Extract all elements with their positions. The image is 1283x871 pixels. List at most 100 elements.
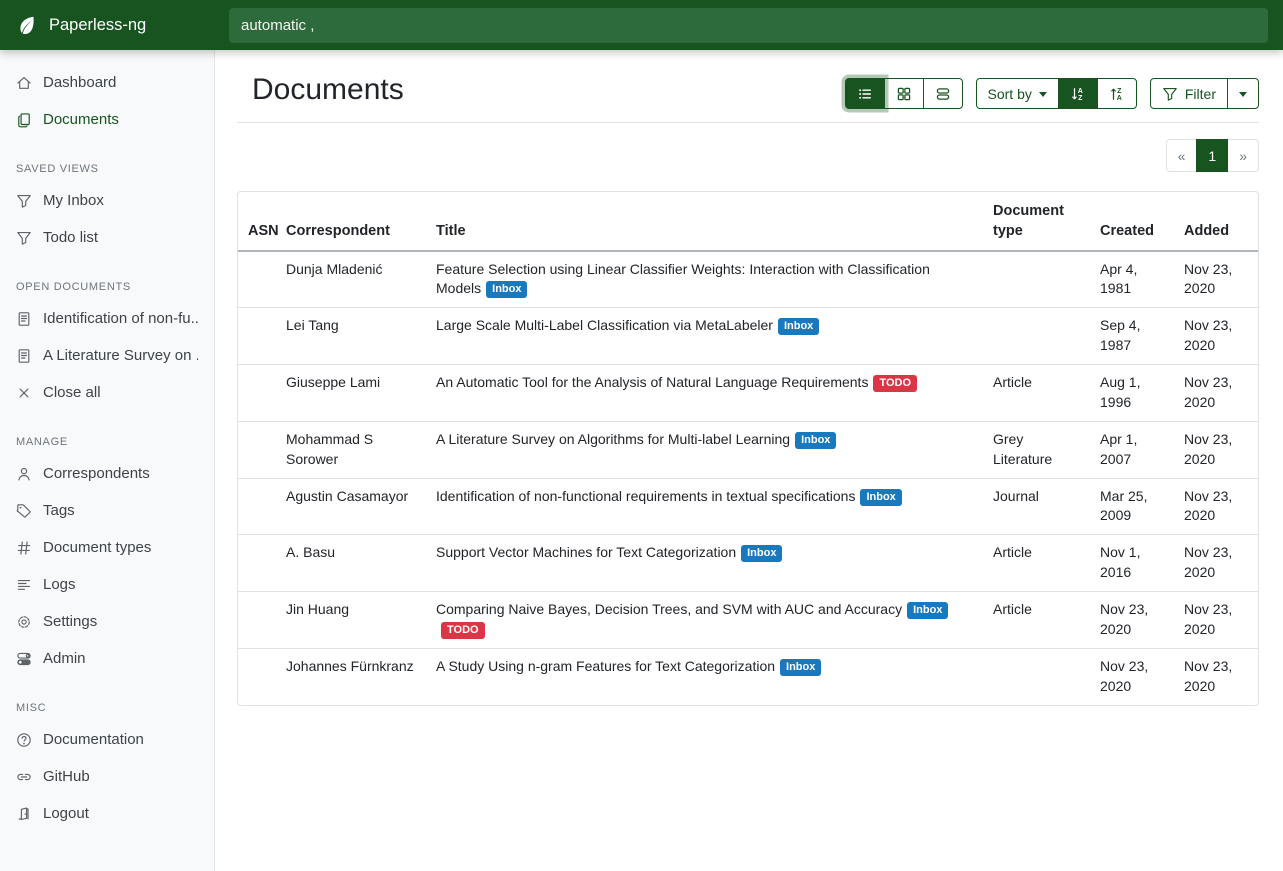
sidebar-item-open-doc-1[interactable]: Identification of non-fu... xyxy=(0,300,214,337)
document-title-link[interactable]: Identification of non-functional require… xyxy=(436,488,855,504)
document-title-link[interactable]: Support Vector Machines for Text Categor… xyxy=(436,544,736,560)
tag-badges: Inbox xyxy=(773,317,819,333)
search-bar xyxy=(215,0,1283,50)
correspondent-link[interactable]: Jin Huang xyxy=(286,601,349,617)
app-brand[interactable]: Paperless-ng xyxy=(0,0,215,50)
table-row: Mohammad S Sorower A Literature Survey o… xyxy=(238,421,1258,478)
sidebar: Dashboard Documents SAVED VIEWS My Inbox… xyxy=(0,50,215,871)
tag-badge[interactable]: Inbox xyxy=(795,432,836,449)
tag-badge[interactable]: Inbox xyxy=(486,281,527,298)
table-row: Giuseppe Lami An Automatic Tool for the … xyxy=(238,365,1258,422)
pagination-prev-button[interactable]: « xyxy=(1166,139,1198,172)
sidebar-item-settings[interactable]: Settings xyxy=(0,603,214,640)
filter-dropdown-button[interactable] xyxy=(1227,78,1259,109)
tag-badge[interactable]: Inbox xyxy=(741,545,782,562)
sidebar-item-my-inbox[interactable]: My Inbox xyxy=(0,182,214,219)
document-title-link[interactable]: A Literature Survey on Algorithms for Mu… xyxy=(436,431,790,447)
page-title: Documents xyxy=(252,73,404,107)
document-title-link[interactable]: A Study Using n-gram Features for Text C… xyxy=(436,658,775,674)
correspondent-link[interactable]: Johannes Fürnkranz xyxy=(286,658,414,674)
table-row: Jin Huang Comparing Naive Bayes, Decisio… xyxy=(238,592,1258,649)
top-navbar: Paperless-ng xyxy=(0,0,1283,50)
caret-down-icon xyxy=(1239,92,1247,97)
title-divider xyxy=(237,122,1259,123)
tag-badge[interactable]: TODO xyxy=(441,622,485,639)
sort-ascending-button[interactable]: AZ xyxy=(1058,78,1098,109)
document-title-link[interactable]: An Automatic Tool for the Analysis of Na… xyxy=(436,374,868,390)
sidebar-item-label: Logs xyxy=(43,574,76,595)
grid-view-button[interactable] xyxy=(884,78,924,109)
svg-text:A: A xyxy=(1078,88,1083,95)
sidebar-item-label: Document types xyxy=(43,537,151,558)
sidebar-item-admin[interactable]: Admin xyxy=(0,640,214,677)
tag-badge[interactable]: Inbox xyxy=(907,602,948,619)
gear-icon xyxy=(16,614,32,630)
filter-button[interactable]: Filter xyxy=(1150,78,1228,109)
sidebar-item-logout[interactable]: Logout xyxy=(0,795,214,832)
correspondent-link[interactable]: Mohammad S Sorower xyxy=(286,431,373,467)
list-view-icon xyxy=(857,86,873,102)
table-row: A. Basu Support Vector Machines for Text… xyxy=(238,535,1258,592)
sort-by-label: Sort by xyxy=(988,86,1032,102)
document-type-cell: Grey Literature xyxy=(985,421,1092,478)
sidebar-item-documents[interactable]: Documents xyxy=(0,101,214,138)
created-cell: Sep 4, 1987 xyxy=(1092,308,1176,365)
document-title-link[interactable]: Comparing Naive Bayes, Decision Trees, a… xyxy=(436,601,902,617)
header-correspondent[interactable]: Correspondent xyxy=(278,192,428,251)
documents-icon xyxy=(16,112,32,128)
sort-alpha-down-icon: AZ xyxy=(1070,86,1086,102)
sort-by-button[interactable]: Sort by xyxy=(976,78,1059,109)
sidebar-section-manage: MANAGE xyxy=(0,436,214,448)
filter-icon xyxy=(16,230,32,246)
sidebar-item-documentation[interactable]: Documentation xyxy=(0,721,214,758)
document-title-link[interactable]: Large Scale Multi-Label Classification v… xyxy=(436,317,773,333)
tag-badges: Inbox xyxy=(790,431,836,447)
correspondent-link[interactable]: Lei Tang xyxy=(286,317,339,333)
sidebar-item-label: Documentation xyxy=(43,729,144,750)
logs-icon xyxy=(16,577,32,593)
tag-badge[interactable]: Inbox xyxy=(780,659,821,676)
header-asn[interactable]: ASN xyxy=(238,192,278,251)
toggles-icon xyxy=(16,651,32,667)
sidebar-item-todo-list[interactable]: Todo list xyxy=(0,219,214,256)
search-input[interactable] xyxy=(229,8,1268,43)
sidebar-item-correspondents[interactable]: Correspondents xyxy=(0,455,214,492)
correspondent-link[interactable]: Agustin Casamayor xyxy=(286,488,408,504)
created-cell: Nov 23, 2020 xyxy=(1092,592,1176,649)
filter-label: Filter xyxy=(1185,86,1216,102)
correspondent-link[interactable]: Giuseppe Lami xyxy=(286,374,380,390)
header-added[interactable]: Added xyxy=(1176,192,1258,251)
correspondent-link[interactable]: Dunja Mladenić xyxy=(286,261,383,277)
pagination-page-1[interactable]: 1 xyxy=(1196,139,1228,172)
file-text-icon xyxy=(16,348,32,364)
sidebar-item-label: Correspondents xyxy=(43,463,150,484)
tag-badge[interactable]: TODO xyxy=(873,375,917,392)
table-row: Lei Tang Large Scale Multi-Label Classif… xyxy=(238,308,1258,365)
document-type-cell: Article xyxy=(985,592,1092,649)
sidebar-item-open-doc-2[interactable]: A Literature Survey on ... xyxy=(0,337,214,374)
toolbar: Sort by AZ ZA Filter xyxy=(845,78,1259,109)
pagination: « 1 » xyxy=(1166,139,1259,172)
added-cell: Nov 23, 2020 xyxy=(1176,308,1258,365)
sidebar-item-tags[interactable]: Tags xyxy=(0,492,214,529)
sidebar-item-label: Logout xyxy=(43,803,89,824)
header-title[interactable]: Title xyxy=(428,192,985,251)
sidebar-item-github[interactable]: GitHub xyxy=(0,758,214,795)
header-document-type[interactable]: Document type xyxy=(985,192,1092,251)
sidebar-item-document-types[interactable]: Document types xyxy=(0,529,214,566)
sidebar-item-logs[interactable]: Logs xyxy=(0,566,214,603)
document-type-cell xyxy=(985,308,1092,365)
sidebar-item-dashboard[interactable]: Dashboard xyxy=(0,64,214,101)
tag-badge[interactable]: Inbox xyxy=(860,489,901,506)
correspondent-link[interactable]: A. Basu xyxy=(286,544,335,560)
sidebar-item-close-all[interactable]: Close all xyxy=(0,374,214,411)
cards-view-button[interactable] xyxy=(923,78,963,109)
sidebar-item-label: A Literature Survey on ... xyxy=(43,345,198,366)
sidebar-item-label: Tags xyxy=(43,500,75,521)
header-created[interactable]: Created xyxy=(1092,192,1176,251)
pagination-next-button[interactable]: » xyxy=(1227,139,1259,172)
asn-cell xyxy=(238,251,278,308)
tag-badge[interactable]: Inbox xyxy=(778,318,819,335)
sort-descending-button[interactable]: ZA xyxy=(1097,78,1137,109)
list-view-button[interactable] xyxy=(845,78,885,109)
